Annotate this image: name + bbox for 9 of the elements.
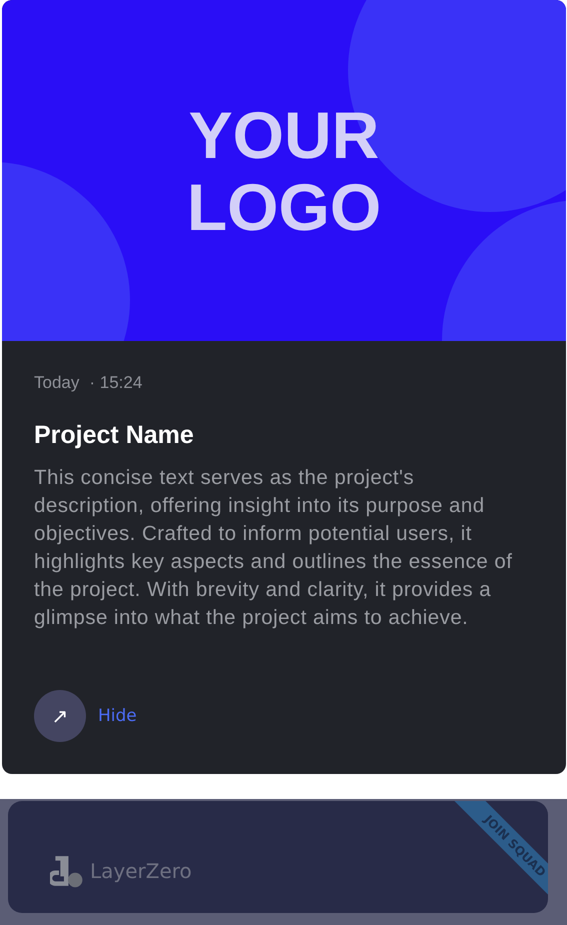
- logo-text: LOGO: [186, 170, 382, 242]
- time-text: · 15:24: [89, 373, 142, 393]
- project-description: This concise text serves as the project's description, offering insight into its purpose and objectives. Crafted to inform potential users, it highlights key aspects and outlines the essence of the project. With brevity and clarity, it provides a glimpse into what the project aims to achieve.: [34, 465, 514, 631]
- arrow-button[interactable]: ↗: [34, 690, 86, 742]
- date-text: Today: [34, 373, 80, 393]
- logo-text: YOUR: [188, 98, 380, 170]
- project-title: Project Name: [34, 421, 195, 450]
- brand-name: LayerZero: [90, 859, 192, 883]
- hide-link[interactable]: Hide: [98, 706, 137, 726]
